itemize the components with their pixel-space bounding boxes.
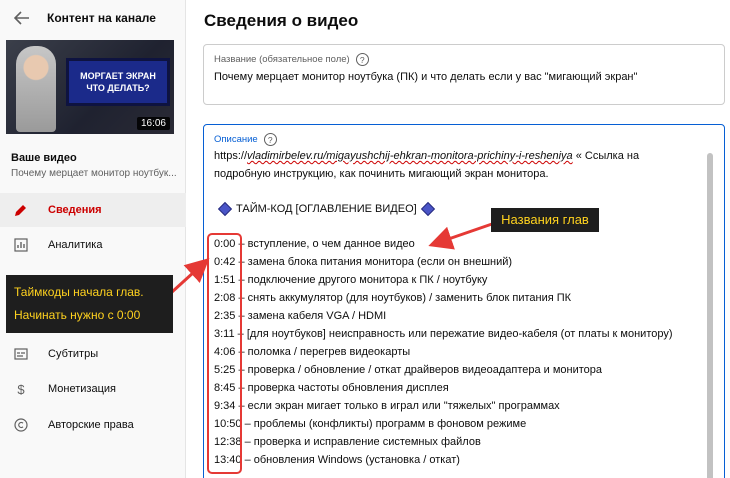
timestamp-row: 0:42 – замена блока питания монитора (ес… bbox=[214, 253, 512, 271]
timestamp-text: – обновления Windows (установка / откат) bbox=[241, 454, 460, 466]
timestamp-text: – подключение другого монитора к ПК / но… bbox=[235, 274, 488, 286]
nav-item-analytics[interactable]: Аналитика bbox=[0, 228, 186, 262]
nav-item-copyright[interactable]: Авторские права bbox=[0, 408, 186, 442]
nav-item-subtitles[interactable]: Субтитры bbox=[0, 337, 186, 371]
timestamp-row: 13:40 – обновления Windows (установка / … bbox=[214, 451, 460, 469]
timestamp-row: 1:51 – подключение другого монитора к ПК… bbox=[214, 271, 487, 289]
timestamp-text: – проверка и исправление системных файло… bbox=[241, 436, 481, 448]
subtitles-icon bbox=[12, 345, 30, 363]
video-thumbnail[interactable]: МОРГАЕТ ЭКРАН ЧТО ДЕЛАТЬ? 16:06 bbox=[6, 40, 174, 134]
nav-label-details: Сведения bbox=[48, 204, 102, 216]
title-field-label: Название (обязательное поле) ? bbox=[214, 53, 369, 66]
help-icon[interactable]: ? bbox=[263, 133, 277, 146]
description-field[interactable]: Описание ? https://vladimirbelev.ru/miga… bbox=[203, 124, 725, 478]
timestamp-text: – проблемы (конфликты) программ в фоново… bbox=[241, 418, 527, 430]
timestamp-text: – если экран мигает только в играл или "… bbox=[235, 400, 560, 412]
your-video-label: Ваше видео bbox=[11, 152, 77, 164]
description-scrollbar[interactable] bbox=[707, 153, 713, 478]
description-intro[interactable]: https://vladimirbelev.ru/migayushchij-eh… bbox=[214, 147, 714, 183]
video-duration: 16:06 bbox=[136, 117, 170, 130]
copyright-icon bbox=[12, 416, 30, 434]
timestamp-text: – проверка частоты обновления дисплея bbox=[235, 382, 449, 394]
timestamp-text: – снять аккумулятор (для ноутбуков) / за… bbox=[235, 292, 572, 304]
nav-label-subtitles: Субтитры bbox=[48, 348, 99, 360]
description-link[interactable]: https://vladimirbelev.ru/migayushchij-eh… bbox=[214, 150, 573, 162]
timestamp-row: 10:50 – проблемы (конфликты) программ в … bbox=[214, 415, 526, 433]
back-arrow-icon[interactable] bbox=[11, 7, 33, 29]
description-field-label-text: Описание bbox=[214, 134, 258, 145]
title-field[interactable]: Название (обязательное поле) ? Почему ме… bbox=[203, 44, 725, 105]
pencil-icon bbox=[12, 201, 30, 219]
timecodes-callout-line1: Таймкоды начала глав. bbox=[14, 285, 144, 299]
thumbnail-tv-line2: ЧТО ДЕЛАТЬ? bbox=[86, 83, 150, 93]
timestamp-row: 0:00 – вступление, о чем данное видео bbox=[214, 235, 415, 253]
thumbnail-person bbox=[16, 46, 56, 132]
timestamp-text: – поломка / перегрев видеокарты bbox=[235, 346, 411, 358]
page-title: Сведения о видео bbox=[204, 11, 359, 30]
timestamp-row: 2:08 – снять аккумулятор (для ноутбуков)… bbox=[214, 289, 571, 307]
chapters-callout: Названия глав bbox=[491, 208, 599, 232]
nav-item-details[interactable]: Сведения bbox=[0, 193, 186, 227]
timestamp-text: – вступление, о чем данное видео bbox=[235, 238, 415, 250]
main-content: Сведения о видео Название (обязательное … bbox=[186, 0, 730, 478]
timecodes-callout: Таймкоды начала глав. Начинать нужно с 0… bbox=[6, 275, 173, 333]
nav-item-monetization[interactable]: $ Монетизация bbox=[0, 372, 186, 406]
timestamp-row: 9:34 – если экран мигает только в играл … bbox=[214, 397, 560, 415]
diamond-icon bbox=[420, 201, 435, 217]
timestamp-row: 3:11 – [для ноутбуков] неисправность или… bbox=[214, 325, 673, 343]
sidebar: Контент на канале МОРГАЕТ ЭКРАН ЧТО ДЕЛА… bbox=[0, 0, 186, 478]
title-input[interactable]: Почему мерцает монитор ноутбука (ПК) и ч… bbox=[214, 71, 714, 83]
timestamp-row: 5:25 – проверка / обновление / откат дра… bbox=[214, 361, 602, 379]
timecodes-callout-line2: Начинать нужно с 0:00 bbox=[14, 308, 141, 322]
sidebar-header: Контент на канале bbox=[0, 0, 185, 36]
timestamp-text: – проверка / обновление / откат драйверо… bbox=[235, 364, 603, 376]
timestamp-row: 4:06 – поломка / перегрев видеокарты bbox=[214, 343, 410, 361]
dollar-icon: $ bbox=[17, 381, 25, 397]
timestamp-row: 8:45 – проверка частоты обновления диспл… bbox=[214, 379, 449, 397]
description-intro-line2: подробную инструкцию, как починить мигаю… bbox=[214, 168, 549, 180]
timestamp-text: – замена блока питания монитора (если он… bbox=[235, 256, 513, 268]
analytics-icon bbox=[12, 236, 30, 254]
nav-label-analytics: Аналитика bbox=[48, 239, 103, 251]
your-video-title[interactable]: Почему мерцает монитор ноутбук... bbox=[11, 168, 181, 179]
sidebar-title: Контент на канале bbox=[47, 11, 156, 25]
timestamp-row: 12:38 – проверка и исправление системных… bbox=[214, 433, 481, 451]
nav-label-copyright: Авторские права bbox=[48, 419, 134, 431]
timecodes-highlight-box bbox=[207, 233, 242, 474]
thumbnail-tv: МОРГАЕТ ЭКРАН ЧТО ДЕЛАТЬ? bbox=[66, 58, 170, 106]
timestamp-text: – замена кабеля VGA / HDMI bbox=[235, 310, 387, 322]
description-link-prefix: https:// bbox=[214, 150, 248, 162]
toc-title: ТАЙМ-КОД [ОГЛАВЛЕНИЕ ВИДЕО] bbox=[214, 201, 439, 217]
nav-label-monetization: Монетизация bbox=[48, 383, 116, 395]
title-field-label-text: Название (обязательное поле) bbox=[214, 54, 350, 65]
toc-title-text: ТАЙМ-КОД [ОГЛАВЛЕНИЕ ВИДЕО] bbox=[236, 203, 417, 215]
description-link-body: vladimirbelev.ru/migayushchij-ehkran-mon… bbox=[247, 150, 573, 162]
diamond-icon bbox=[217, 201, 233, 217]
thumbnail-tv-line1: МОРГАЕТ ЭКРАН bbox=[80, 71, 156, 81]
help-icon[interactable]: ? bbox=[355, 53, 369, 66]
description-intro-rest: « Ссылка на bbox=[572, 150, 640, 162]
timestamp-text: – [для ноутбуков] неисправность или пере… bbox=[234, 328, 673, 340]
studio-app: Контент на канале МОРГАЕТ ЭКРАН ЧТО ДЕЛА… bbox=[0, 0, 730, 478]
description-field-label: Описание ? bbox=[214, 133, 277, 146]
